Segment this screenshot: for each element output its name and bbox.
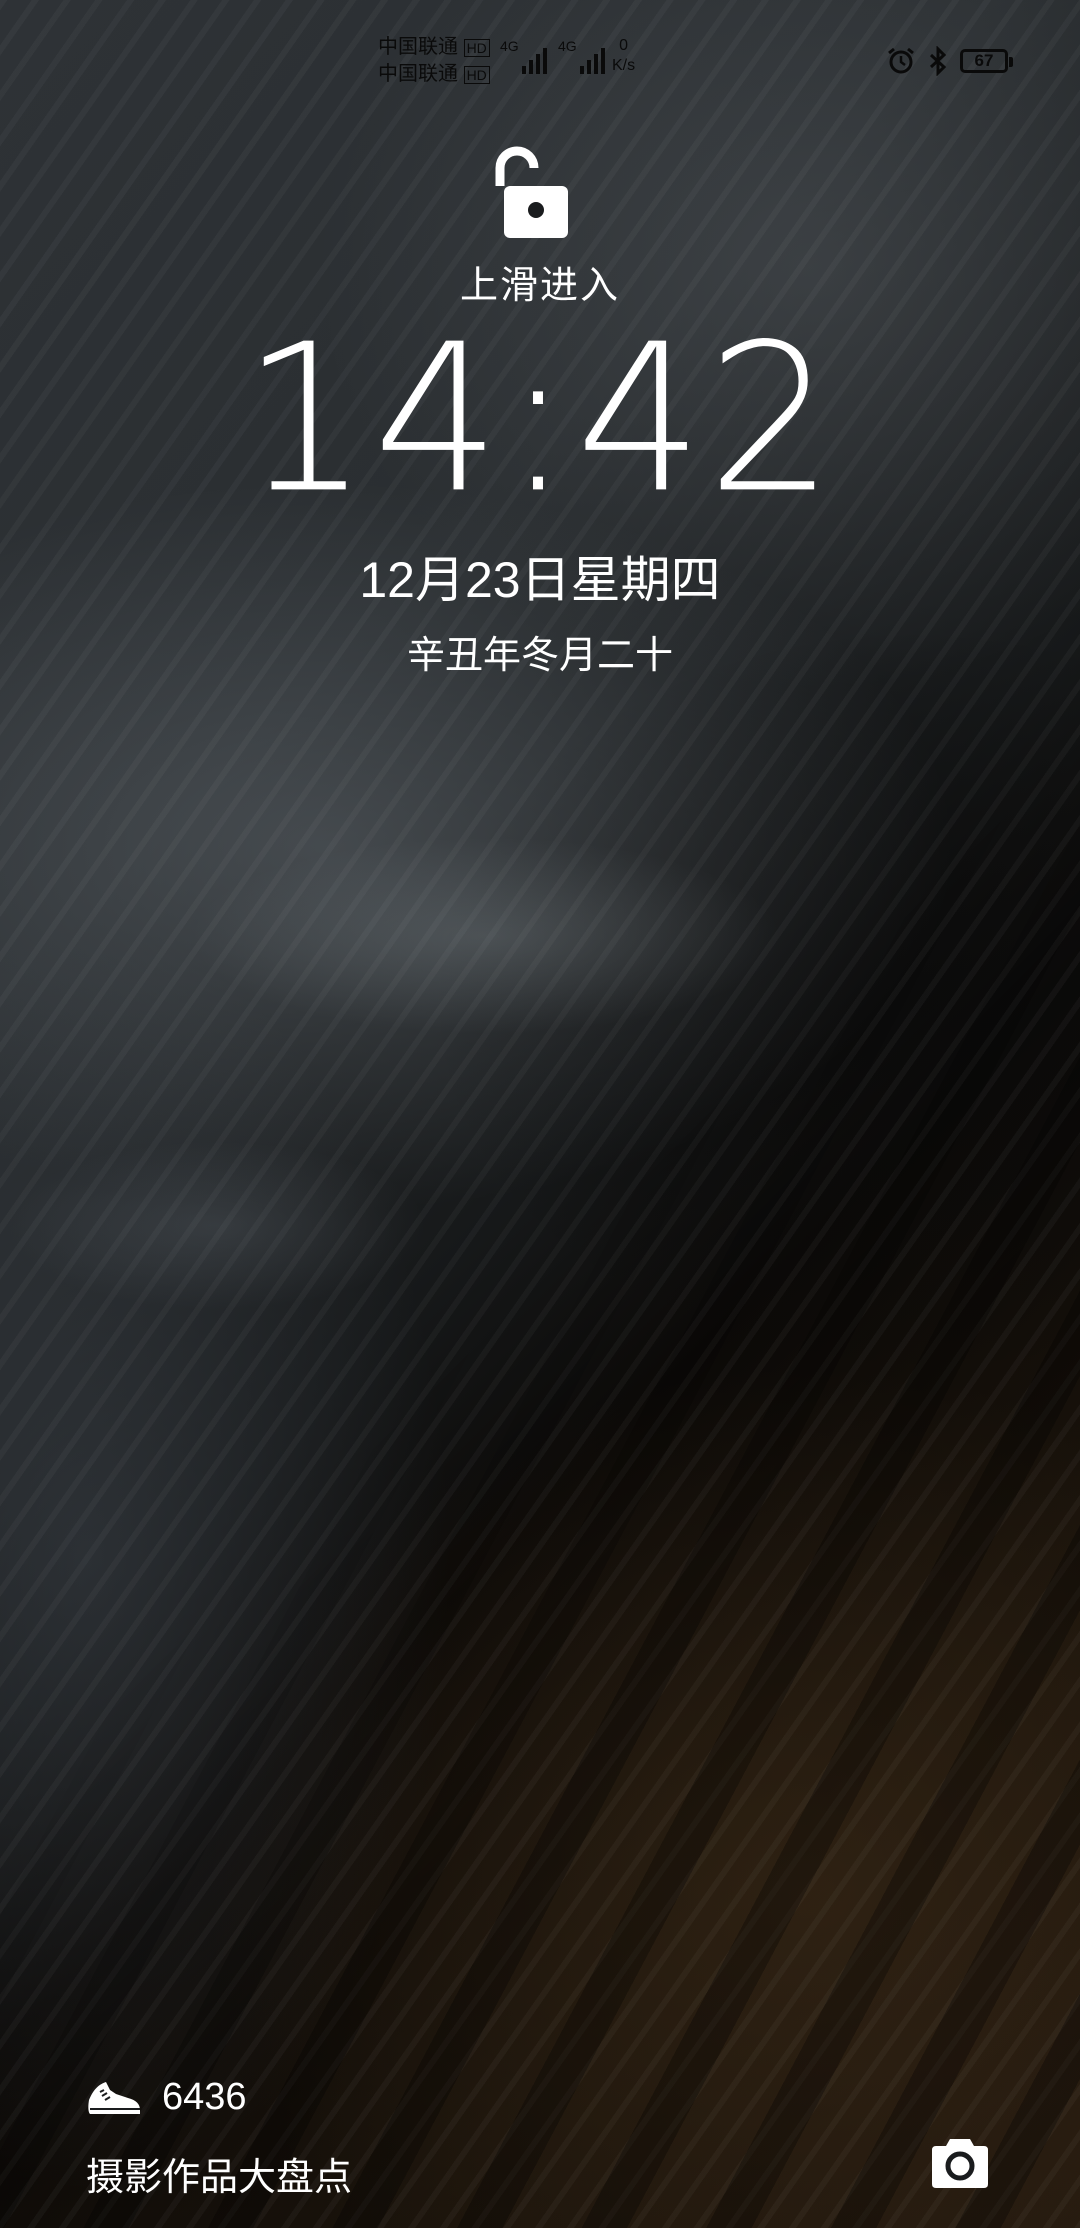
hd-badge-1: HD bbox=[463, 39, 490, 57]
camera-icon[interactable] bbox=[928, 2136, 992, 2192]
lunar-date-text: 辛丑年冬月二十 bbox=[406, 635, 673, 677]
step-count: 6436 bbox=[162, 2076, 247, 2118]
unlock-icon bbox=[495, 146, 568, 238]
status-icons: 67 bbox=[886, 46, 1013, 76]
network-speed: 0 K/s bbox=[612, 36, 635, 76]
lock-screen[interactable]: 中国联通 HD 中国联通 HD 4G 4G 0 K/s 67 上滑进入 14:4… bbox=[0, 0, 1080, 2228]
bluetooth-icon bbox=[929, 46, 947, 76]
magazine-title[interactable]: 摄影作品大盘点 bbox=[86, 2146, 352, 2201]
network-type-1: 4G bbox=[500, 38, 519, 54]
status-bar: 中国联通 HD 中国联通 HD 4G 4G 0 K/s 67 bbox=[0, 28, 1080, 98]
carrier-name-1: 中国联通 bbox=[378, 36, 458, 58]
clock-time: 14:42 bbox=[0, 300, 1080, 539]
battery-icon: 67 bbox=[960, 49, 1013, 73]
signal-bars-icon bbox=[580, 44, 605, 74]
step-counter[interactable]: 6436 bbox=[86, 2076, 247, 2119]
shoe-icon bbox=[88, 2081, 140, 2114]
carrier-info: 中国联通 HD 中国联通 HD bbox=[378, 34, 490, 88]
clock-time-text: 14:42 bbox=[241, 300, 839, 539]
hd-badge-2: HD bbox=[463, 66, 490, 84]
network-type-2: 4G bbox=[558, 38, 577, 54]
speed-unit: K/s bbox=[612, 57, 636, 74]
carrier-name-2: 中国联通 bbox=[378, 63, 458, 85]
speed-value: 0 bbox=[619, 37, 629, 54]
battery-level: 67 bbox=[974, 51, 994, 70]
date-text: 12月23日星期四 bbox=[359, 552, 721, 608]
signal-strength: 4G 4G bbox=[500, 38, 660, 88]
signal-bars-icon bbox=[522, 44, 547, 74]
alarm-icon bbox=[888, 47, 914, 74]
